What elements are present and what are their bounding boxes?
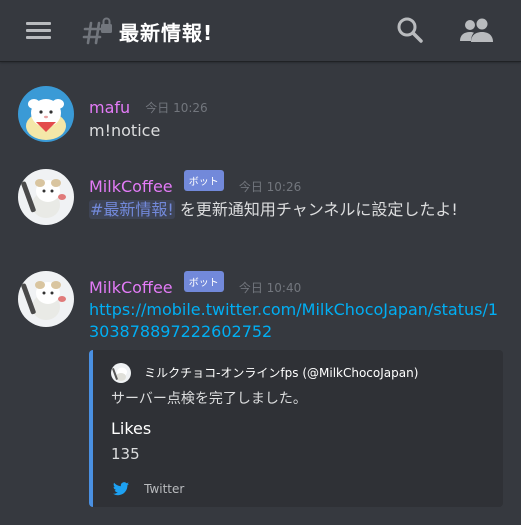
channel-mention[interactable]: #最新情報! xyxy=(89,200,175,219)
channel-title: 最新情報! xyxy=(119,21,214,45)
message-text: を更新通知用チャンネルに設定したよ! xyxy=(174,200,458,219)
bot-tag: ボット xyxy=(183,271,224,292)
avatar[interactable] xyxy=(18,271,74,327)
link-embed: ミルクチョコ-オンラインfps (@MilkChocoJapan) サーバー点検… xyxy=(89,350,503,507)
message-content: m!notice xyxy=(89,121,161,140)
embed-author[interactable]: ミルクチョコ-オンラインfps (@MilkChocoJapan) xyxy=(111,362,418,383)
avatar[interactable] xyxy=(18,169,74,225)
embed-description: サーバー点検を完了しました。 xyxy=(111,391,307,407)
embed-field-name: Likes xyxy=(111,419,152,438)
message-content: #最新情報! を更新通知用チャンネルに設定したよ! xyxy=(89,198,509,221)
bot-tag: ボット xyxy=(183,170,224,191)
embed-field-value: 135 xyxy=(111,445,140,463)
embed-footer-text: Twitter xyxy=(144,481,185,496)
timestamp: 今日 10:40 xyxy=(238,281,302,295)
twitter-icon xyxy=(113,481,129,495)
username[interactable]: MilkCoffee xyxy=(89,278,173,297)
message-content: https://mobile.twitter.com/MilkChocoJapa… xyxy=(89,299,504,343)
channel-locked-icon xyxy=(82,17,112,45)
search-icon[interactable] xyxy=(396,16,424,44)
embed-author-avatar xyxy=(111,362,131,383)
members-icon[interactable] xyxy=(458,16,496,44)
username[interactable]: MilkCoffee xyxy=(89,177,173,196)
embed-footer: Twitter xyxy=(113,478,184,496)
embed-author-name[interactable]: ミルクチョコ-オンラインfps (@MilkChocoJapan) xyxy=(144,364,418,381)
username[interactable]: mafu xyxy=(89,98,130,117)
timestamp: 今日 10:26 xyxy=(145,101,208,115)
timestamp: 今日 10:26 xyxy=(238,180,302,194)
tweet-link[interactable]: https://mobile.twitter.com/MilkChocoJapa… xyxy=(89,300,498,341)
hamburger-menu-icon[interactable] xyxy=(24,19,54,43)
avatar[interactable] xyxy=(18,86,74,142)
channel-header: 最新情報! xyxy=(0,0,521,62)
